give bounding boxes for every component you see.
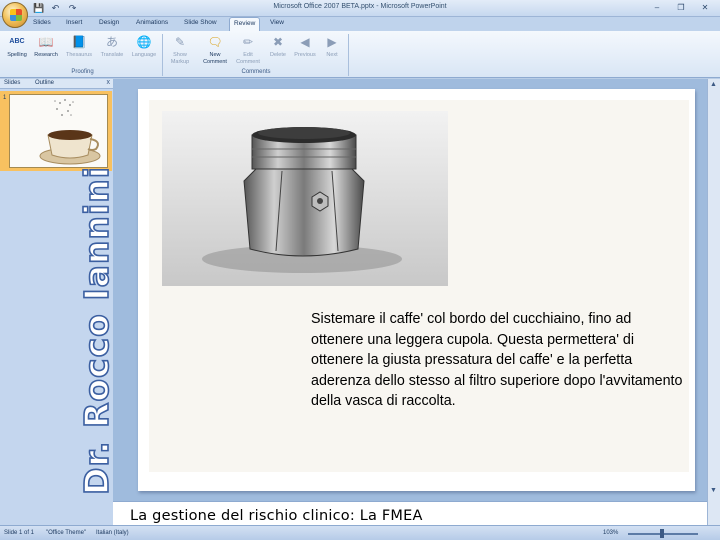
language-button[interactable]: 🌐 Language — [129, 34, 159, 59]
research-button[interactable]: 📖 Research — [31, 34, 61, 59]
restore-button[interactable]: ❐ — [670, 2, 692, 14]
zoom-level[interactable]: 103% — [603, 530, 618, 536]
coffee-maker-photo[interactable] — [162, 111, 448, 286]
vertical-scrollbar[interactable]: ▲ ▼ — [707, 79, 720, 525]
ribbon: ABC Spelling 📖 Research 📘 Thesaurus あ Tr… — [0, 31, 720, 78]
slide-number: 1 — [3, 95, 7, 101]
close-icon[interactable]: x — [107, 79, 111, 86]
slide-counter: Slide 1 of 1 — [4, 530, 35, 536]
thesaurus-icon: 📘 — [71, 35, 87, 49]
previous-label: Previous — [294, 52, 316, 58]
tab-animations[interactable]: Animations — [136, 19, 168, 26]
proofing-group-label: Proofing — [71, 69, 94, 75]
comments-group-label: Comments — [241, 69, 271, 75]
research-icon: 📖 — [38, 35, 54, 49]
office-logo-icon — [10, 9, 22, 21]
translate-icon: あ — [105, 35, 118, 49]
edit-comment-icon: ✏ — [242, 35, 254, 49]
next-icon: ▶ — [327, 35, 337, 49]
tab-slides-panel[interactable]: Slides — [4, 80, 20, 86]
status-bar: Slide 1 of 1 "Office Theme" Italian (Ita… — [0, 525, 720, 540]
new-comment-label: New Comment — [203, 52, 227, 65]
thesaurus-button[interactable]: 📘 Thesaurus — [64, 34, 94, 59]
slide-thumbnail[interactable] — [9, 94, 108, 168]
edit-comment-label: Edit Comment — [236, 52, 260, 65]
thesaurus-label: Thesaurus — [66, 52, 92, 58]
group-separator — [162, 34, 163, 76]
office-button[interactable] — [2, 2, 28, 28]
spelling-icon: ABC — [9, 38, 25, 45]
research-label: Research — [34, 52, 58, 58]
translate-label: Translate — [100, 52, 124, 58]
tab-design[interactable]: Design — [99, 19, 119, 26]
new-comment-button[interactable]: 🗨 New Comment — [200, 34, 230, 66]
slide-body-text[interactable]: Sistemare il caffe' col bordo del cucchi… — [311, 309, 683, 412]
ribbon-tabs: Slides Insert Design Animations Slide Sh… — [0, 17, 720, 31]
minimize-button[interactable]: – — [646, 2, 668, 14]
tab-outline-panel[interactable]: Outline — [35, 80, 54, 86]
window-title: Microsoft Office 2007 BETA.pptx - Micros… — [273, 3, 447, 10]
delete-label: Delete — [270, 52, 286, 58]
zoom-slider-handle[interactable] — [660, 529, 664, 538]
moka-pot-image — [162, 111, 448, 286]
next-label: Next — [326, 52, 338, 58]
author-vertical-text: Dr. Rocco Iannini — [76, 165, 117, 496]
tab-view[interactable]: View — [270, 19, 284, 26]
title-bar: 💾 ↶ ↷ Microsoft Office 2007 BETA.pptx - … — [0, 0, 720, 17]
spelling-label: Spelling — [7, 52, 27, 58]
new-comment-icon: 🗨 — [207, 35, 223, 49]
previous-comment-button[interactable]: ◀ Previous — [290, 34, 320, 59]
language-label: Language — [131, 52, 157, 58]
edit-comment-button[interactable]: ✏ Edit Comment — [233, 34, 263, 66]
group-separator — [348, 34, 349, 76]
language-icon: 🌐 — [136, 35, 152, 49]
tab-insert[interactable]: Insert — [66, 19, 82, 26]
close-button[interactable]: ✕ — [694, 2, 716, 14]
coffee-cup-thumbnail-icon — [10, 95, 107, 167]
previous-icon: ◀ — [300, 35, 310, 49]
show-markup-button[interactable]: ✎ Show Markup — [165, 34, 195, 66]
tab-slides[interactable]: Slides — [33, 19, 51, 26]
show-markup-label: Show Markup — [170, 52, 190, 65]
spelling-button[interactable]: ABC Spelling — [2, 34, 32, 59]
notes-text: La gestione del rischio clinico: La FMEA — [130, 508, 423, 524]
scroll-up-icon[interactable]: ▲ — [710, 81, 717, 88]
next-comment-button[interactable]: ▶ Next — [317, 34, 347, 59]
notes-pane[interactable]: La gestione del rischio clinico: La FMEA — [113, 501, 707, 525]
scroll-down-icon[interactable]: ▼ — [710, 487, 717, 494]
tab-review[interactable]: Review — [229, 17, 261, 31]
window-controls: – ❐ ✕ — [646, 2, 716, 14]
theme-name: "Office Theme" — [46, 530, 87, 536]
tab-slide-show[interactable]: Slide Show — [184, 19, 217, 26]
language-status[interactable]: Italian (Italy) — [96, 530, 129, 536]
translate-button[interactable]: あ Translate — [97, 34, 127, 59]
slides-panel-tabs: Slides Outline x — [0, 79, 113, 89]
show-markup-icon: ✎ — [174, 35, 186, 49]
delete-comment-button[interactable]: ✖ Delete — [263, 34, 293, 59]
delete-icon: ✖ — [272, 35, 284, 49]
